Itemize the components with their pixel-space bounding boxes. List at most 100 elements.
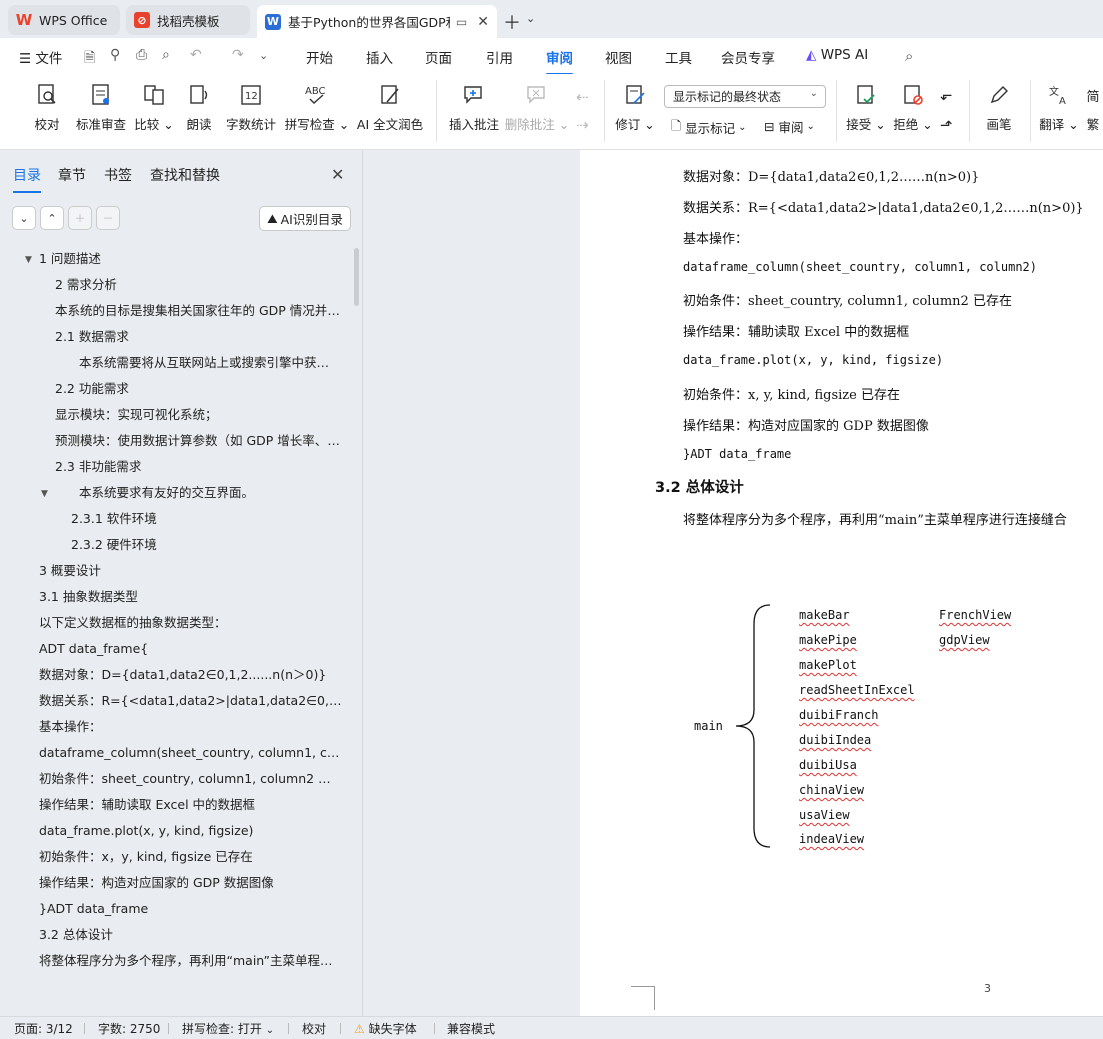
toc-item[interactable]: 本系统的目标是搜集相关国家往年的 GDP 情况并以… (55, 300, 343, 322)
redo-icon[interactable]: ↷ (232, 47, 244, 63)
standard-review-button[interactable]: 标准审查 (71, 82, 131, 133)
menu-home[interactable]: 开始 (306, 47, 333, 67)
add-heading-button[interactable]: ＋ (68, 206, 92, 230)
collapse-down-button[interactable]: ⌄ (12, 206, 36, 230)
undo-icon[interactable]: ↶ (190, 47, 202, 63)
toc-item[interactable]: 操作结果：构造对应国家的 GDP 数据图像 (39, 872, 339, 894)
proofread-status[interactable]: 校对 (302, 1020, 326, 1037)
monitor-icon[interactable]: ▭ (456, 15, 467, 29)
quick-access-more-icon[interactable]: ⌄ (259, 49, 268, 62)
pen-button[interactable]: 画笔 (970, 82, 1028, 133)
previous-comment-icon[interactable]: ⇠ (576, 88, 589, 106)
menu-insert[interactable]: 插入 (366, 47, 393, 67)
toc-item[interactable]: 2.3.1 软件环境 (71, 508, 341, 530)
toc-item[interactable]: 2.2 功能需求 (55, 378, 340, 400)
word-count-button[interactable]: 12 字数统计 (222, 82, 280, 133)
nav-tab-sections[interactable]: 章节 (58, 165, 86, 185)
show-markup-button[interactable]: 🗋 显示标记 ⌄ (671, 117, 746, 138)
toc-item[interactable]: dataframe_column(sheet_country, column1,… (39, 742, 343, 764)
page-indicator[interactable]: 页面: 3/12 (14, 1020, 73, 1037)
nav-tab-toc[interactable]: 目录 (13, 165, 41, 193)
wps-ai-logo-icon: ◭ (806, 47, 821, 63)
toc-item[interactable]: 2 需求分析 (55, 274, 340, 296)
expand-triangle-icon[interactable]: ▼ (41, 489, 48, 499)
toc-item[interactable]: 本系统需要将从互联网站上或搜索引擎中获取… (79, 352, 341, 374)
compatibility-mode-status: 兼容模式 (447, 1022, 496, 1036)
menu-review[interactable]: 审阅 (546, 47, 573, 75)
svg-text:文: 文 (1049, 85, 1059, 98)
toc-item[interactable]: 操作结果：辅助读取 Excel 中的数据框 (39, 794, 339, 816)
tab-label: 找稻壳模板 (157, 13, 220, 29)
toc-item[interactable]: 3.2 总体设计 (39, 924, 339, 946)
print-icon[interactable]: ⎙ (136, 47, 147, 63)
document-page[interactable] (580, 150, 1103, 1016)
toc-item[interactable]: 将整体程序分为多个程序，再利用“main”主菜单程… (39, 950, 335, 972)
diagram-node: makeBar (799, 608, 850, 622)
menu-tools[interactable]: 工具 (665, 47, 692, 67)
menu-view[interactable]: 视图 (605, 47, 632, 67)
menu-page[interactable]: 页面 (425, 47, 452, 67)
toc-item[interactable]: data_frame.plot(x, y, kind, figsize) (39, 820, 339, 842)
track-changes-button[interactable]: 修订 ⌄ (609, 82, 661, 133)
diagram-node: usaView (799, 808, 850, 822)
collapse-up-button[interactable]: ⌃ (40, 206, 64, 230)
next-change-icon[interactable]: ⬏ (940, 116, 953, 134)
ai-toc-button[interactable]: ⛰ AI识别目录 (259, 206, 351, 231)
insert-comment-button[interactable]: 插入批注 (446, 82, 502, 133)
toc-item[interactable]: 数据对象：D={data1,data2∈0,1,2......n(n＞0)} (39, 664, 339, 686)
toc-item[interactable]: }ADT data_frame (39, 898, 339, 920)
plus-icon[interactable]: ＋ (503, 9, 521, 35)
menu-references[interactable]: 引用 (486, 47, 513, 67)
toc-item[interactable]: 基本操作： (39, 716, 339, 738)
review-pane-button[interactable]: ⊟ 审阅 ⌄ (764, 117, 815, 136)
close-icon[interactable]: ✕ (477, 14, 489, 30)
word-count-indicator[interactable]: 字数: 2750 (98, 1020, 160, 1037)
toc-item[interactable]: 2.3 非功能需求 (55, 456, 340, 478)
wps-ai-menu[interactable]: ◭ WPS AI (806, 47, 868, 63)
toc-item[interactable]: 1 问题描述 (39, 248, 339, 270)
nav-scrollbar[interactable] (354, 248, 359, 306)
toc-item[interactable]: 数据关系：R={<data1,data2>|data1,data2∈0,1,2.… (39, 690, 343, 712)
markup-state-select[interactable]: 显示标记的最终状态 ⌄ (664, 85, 826, 108)
toc-item[interactable]: 3.1 抽象数据类型 (39, 586, 339, 608)
toc-item[interactable]: 以下定义数据框的抽象数据类型： (39, 612, 339, 634)
spell-check-status[interactable]: 拼写检查: 打开 ⌄ (182, 1020, 274, 1037)
tab-docer-templates[interactable]: ⊘ 找稻壳模板 (126, 5, 250, 35)
missing-font-status[interactable]: ⚠ 缺失字体 (354, 1020, 417, 1037)
tab-wps-office[interactable]: W WPS Office (8, 5, 120, 35)
toc-item[interactable]: 2.3.2 硬件环境 (71, 534, 341, 556)
nav-tab-bookmarks[interactable]: 书签 (104, 165, 132, 185)
toc-item[interactable]: 2.1 数据需求 (55, 326, 340, 348)
save-icon[interactable]: 🗎 (84, 47, 95, 71)
expand-triangle-icon[interactable]: ▼ (25, 255, 32, 265)
share-icon[interactable]: ⚲ (110, 47, 120, 63)
doc-line: 操作结果：构造对应国家的 GDP 数据图像 (683, 419, 929, 434)
search-icon[interactable]: ⌕ (905, 47, 913, 65)
chevron-down-icon[interactable]: ⌄ (526, 12, 535, 25)
close-icon[interactable]: ✕ (331, 165, 344, 184)
file-menu[interactable]: ☰ 文件 (19, 47, 62, 67)
traditional-chinese-button[interactable]: 简 繁 (1078, 82, 1103, 133)
tab-label: WPS Office (39, 12, 108, 28)
toc-item[interactable]: ADT data_frame{ (39, 638, 339, 660)
spell-check-button[interactable]: ABC 拼写检查 ⌄ (285, 82, 349, 133)
tab-current-document[interactable]: W 基于Python的世界各国GDP和 ▭ ✕ (257, 5, 497, 38)
remove-heading-button[interactable]: － (96, 206, 120, 230)
toc-item[interactable]: 预测模块：使用数据计算参数（如 GDP 增长率、人… (55, 430, 343, 452)
toc-item[interactable]: 初始条件：sheet_country, column1, column2 已存在 (39, 768, 343, 790)
next-comment-icon[interactable]: ⇢ (576, 116, 589, 134)
previous-change-icon[interactable]: ⬐ (940, 86, 953, 104)
menu-membership[interactable]: 会员专享 (721, 47, 775, 67)
toc-item[interactable]: 3 概要设计 (39, 560, 339, 582)
ai-polish-button[interactable]: AI 全文润色 (357, 82, 423, 133)
toc-item[interactable]: 本系统要求有友好的交互界面。 (79, 482, 341, 504)
docer-icon: ⊘ (134, 12, 150, 28)
toc-item[interactable]: 初始条件：x，y, kind, figsize 已存在 (39, 846, 339, 868)
toc-item[interactable]: 显示模块：实现可视化系统； (55, 404, 340, 426)
print-preview-icon[interactable]: ⌕ (162, 47, 170, 63)
nav-tab-find-replace[interactable]: 查找和替换 (150, 165, 220, 185)
delete-comment-button[interactable]: 删除批注 ⌄ (505, 82, 569, 133)
proofread-button[interactable]: 校对 (18, 82, 76, 133)
read-aloud-button[interactable]: 朗读 (170, 82, 228, 133)
reject-button[interactable]: 拒绝 ⌄ (885, 82, 941, 133)
